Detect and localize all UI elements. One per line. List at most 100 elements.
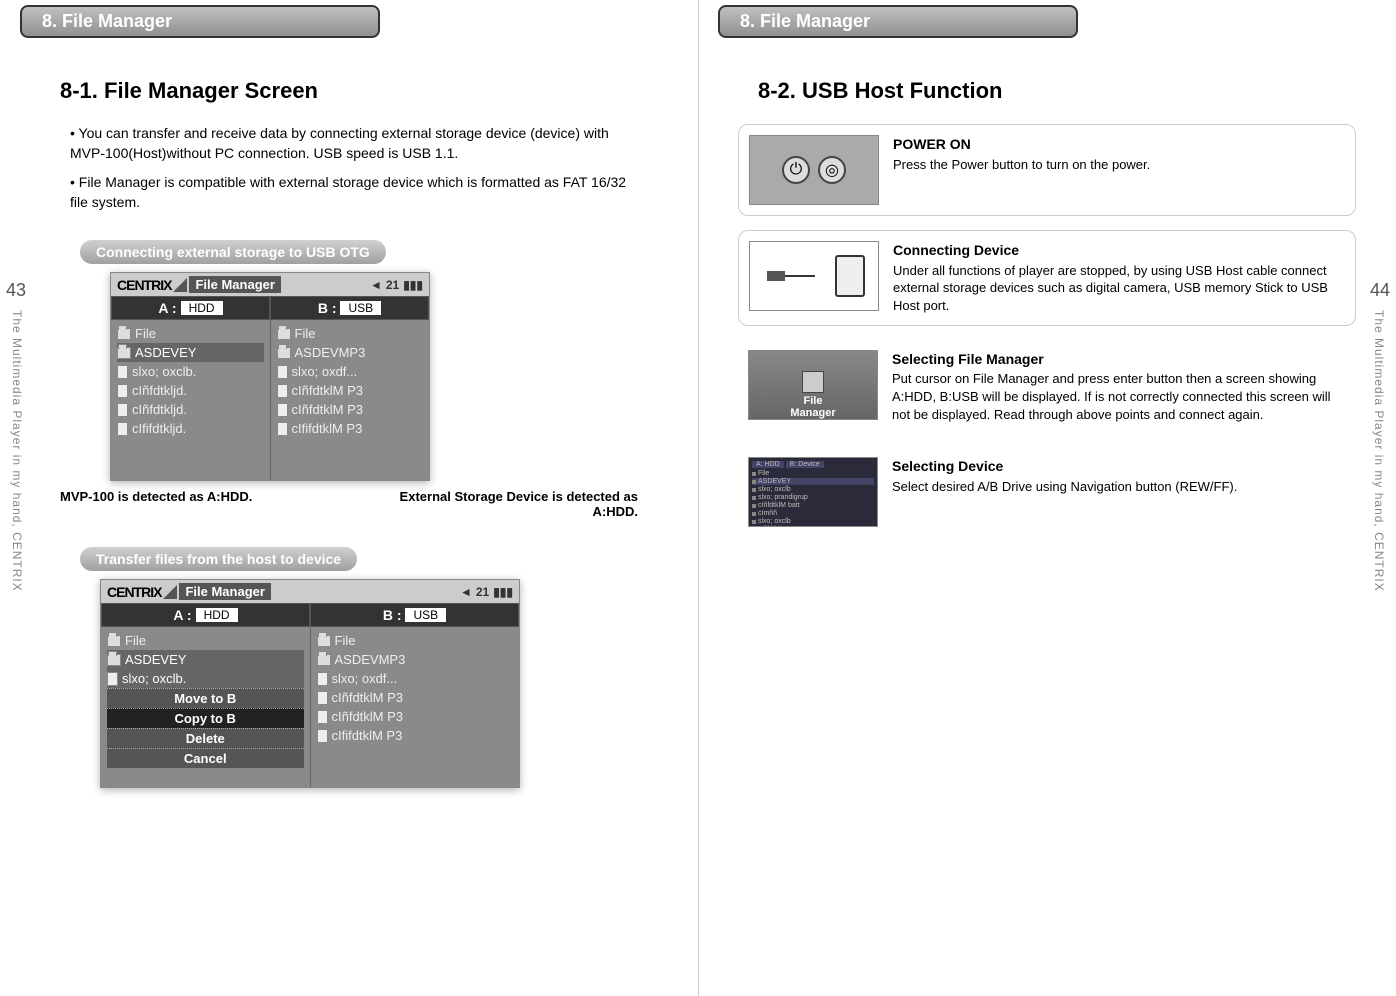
file-manager-screenshot-2: CENTRIX File Manager ◄ 21 ▮▮▮ A : HDD B … — [100, 579, 520, 788]
file-icon — [107, 672, 118, 686]
centrix-logo: CENTRIX — [107, 584, 161, 600]
step-power-on: ⏻ ◎ POWER ON Press the Power button to t… — [738, 124, 1356, 216]
folder-icon — [277, 328, 291, 340]
step-title: Selecting File Manager — [892, 350, 1346, 369]
list-item[interactable]: cIñfdtklM P3 — [277, 381, 424, 400]
file-manager-icon — [802, 371, 824, 393]
list-item[interactable]: slxo; oxdf... — [317, 669, 514, 688]
mini-drive-b: B: Device — [786, 461, 824, 468]
col-head-a: File — [107, 631, 304, 650]
usb-plug-icon — [767, 271, 785, 281]
paragraph-2: • File Manager is compatible with extern… — [70, 173, 628, 212]
step-connecting-device: Connecting Device Under all functions of… — [738, 230, 1356, 326]
list-item[interactable]: slxo; oxdf... — [277, 362, 424, 381]
file-icon — [117, 384, 128, 398]
list-item[interactable]: cIñfdtklM P3 — [317, 707, 514, 726]
list-item[interactable]: cIñfdtklM P3 — [317, 688, 514, 707]
device-icon — [835, 255, 865, 297]
menu-delete[interactable]: Delete — [107, 728, 304, 748]
triangle-icon — [163, 585, 177, 599]
thumb-filemgr: File Manager — [748, 350, 878, 420]
battery-icon: ▮▮▮ — [403, 278, 423, 292]
file-icon — [317, 672, 328, 686]
section-title-8-2: 8-2. USB Host Function — [758, 78, 1376, 104]
drive-b-label: B : — [318, 300, 337, 316]
list-item[interactable]: cIfifdtkljd. — [117, 419, 264, 438]
mini-row: slxo; oxclb — [752, 486, 874, 493]
volume-icon: ◄ — [370, 278, 382, 292]
page-number-left: 43 — [6, 280, 26, 301]
list-item[interactable]: slxo; oxclb. — [117, 362, 264, 381]
step-body: Put cursor on File Manager and press ent… — [892, 371, 1331, 421]
step-body: Under all functions of player are stoppe… — [893, 263, 1328, 313]
file-icon — [117, 422, 128, 436]
drive-b-tag: USB — [405, 608, 446, 622]
mini-row: ASDEVEY — [752, 478, 874, 485]
volume-icon: ◄ — [460, 585, 472, 599]
list-item[interactable]: ASDEVEY — [107, 650, 304, 669]
drive-a-tag: HDD — [181, 301, 223, 315]
mini-row: cIfifdtkl — [752, 526, 874, 527]
volume-value: 21 — [476, 585, 489, 599]
mini-row: slxo; prandigrup — [752, 494, 874, 501]
fm-header: CENTRIX File Manager ◄ 21 ▮▮▮ — [101, 580, 519, 603]
mini-row: cImññ — [752, 510, 874, 517]
file-icon — [117, 365, 128, 379]
file-icon — [277, 403, 288, 417]
triangle-icon — [173, 278, 187, 292]
section-title-8-1: 8-1. File Manager Screen — [60, 78, 678, 104]
list-item[interactable]: cIñfdtkljd. — [117, 400, 264, 419]
drive-a[interactable]: A : HDD — [111, 296, 270, 320]
chapter-tab-right: 8. File Manager — [718, 5, 1078, 38]
drive-a-label: A : — [158, 300, 176, 316]
file-icon — [117, 403, 128, 417]
list-item[interactable]: cIfifdtklM P3 — [317, 726, 514, 745]
file-icon — [317, 691, 328, 705]
list-item[interactable]: ASDEVEY — [117, 343, 264, 362]
list-item[interactable]: cIñfdtklM P3 — [277, 400, 424, 419]
page-number-right: 44 — [1370, 280, 1390, 301]
step-title: Selecting Device — [892, 457, 1237, 476]
fm-header: CENTRIX File Manager ◄ 21 ▮▮▮ — [111, 273, 429, 296]
fm-col-a: File ASDEVEY slxo; oxclb. cIñfdtkljd. cI… — [111, 320, 271, 480]
file-icon — [317, 710, 328, 724]
thumb-connecting — [749, 241, 879, 311]
folder-icon — [277, 347, 291, 359]
thumb-label-manager: Manager — [790, 407, 835, 419]
list-item[interactable]: ASDEVMP3 — [277, 343, 424, 362]
chapter-tab-left: 8. File Manager — [20, 5, 380, 38]
mini-row: File — [752, 470, 874, 477]
power-button-icon: ⏻ — [782, 156, 810, 184]
mini-row: slxo; oxclb — [752, 518, 874, 525]
col-head-a: File — [117, 324, 264, 343]
mini-drive-a: A: HDD — [752, 461, 784, 468]
caption-mvp100: MVP-100 is detected as A:HDD. — [60, 489, 337, 519]
step-body: Press the Power button to turn on the po… — [893, 157, 1150, 172]
step-body: Select desired A/B Drive using Navigatio… — [892, 479, 1237, 494]
side-label-left: The Multimedia Player in my hand, CENTRI… — [10, 310, 24, 592]
battery-icon: ▮▮▮ — [493, 585, 513, 599]
folder-icon — [117, 347, 131, 359]
drive-b[interactable]: B : USB — [310, 603, 519, 627]
menu-copy-to-b[interactable]: Copy to B — [107, 708, 304, 728]
volume-value: 21 — [386, 278, 399, 292]
drive-a[interactable]: A : HDD — [101, 603, 310, 627]
drive-b-label: B : — [383, 607, 402, 623]
fm-col-b: File ASDEVMP3 slxo; oxdf... cIñfdtklM P3… — [311, 627, 520, 787]
drive-b[interactable]: B : USB — [270, 296, 429, 320]
step-selecting-file-manager: File Manager Selecting File Manager Put … — [738, 340, 1356, 434]
fm-col-b: File ASDEVMP3 slxo; oxdf... cIñfdtklM P3… — [271, 320, 430, 480]
side-label-right: The Multimedia Player in my hand, CENTRI… — [1372, 310, 1386, 592]
mini-row: cIñfdtklM batt — [752, 502, 874, 509]
list-item[interactable]: cIñfdtkljd. — [117, 381, 264, 400]
menu-cancel[interactable]: Cancel — [107, 748, 304, 768]
centrix-logo: CENTRIX — [117, 277, 171, 293]
pill-connecting: Connecting external storage to USB OTG — [80, 240, 386, 264]
list-item[interactable]: cIfifdtklM P3 — [277, 419, 424, 438]
paragraph-1: • You can transfer and receive data by c… — [70, 124, 628, 163]
list-item[interactable]: ASDEVMP3 — [317, 650, 514, 669]
list-item[interactable]: slxo; oxclb. — [107, 669, 304, 688]
thumb-minifm: A: HDDB: Device File ASDEVEY slxo; oxclb… — [748, 457, 878, 527]
menu-move-to-b[interactable]: Move to B — [107, 688, 304, 708]
drive-b-tag: USB — [340, 301, 381, 315]
